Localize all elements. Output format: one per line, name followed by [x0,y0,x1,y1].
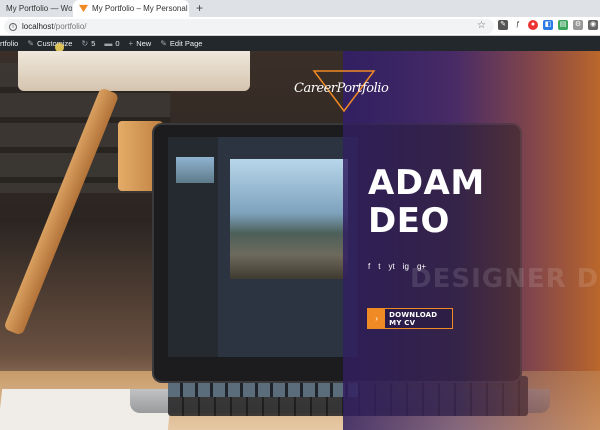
portfolio-favicon-icon [79,4,88,13]
pages-extension-icon[interactable]: ▤ [558,20,568,30]
info-icon[interactable]: i [9,22,17,31]
bookmark-star-icon[interactable]: ☆ [477,20,486,31]
url-path: /portfolio/ [53,22,87,31]
updates-count: 5 [91,39,96,48]
edit-page-link[interactable]: ✎ Edit Page [160,39,202,48]
hero-last-name: DEO [368,201,450,241]
site-name-label: rtfolio [0,39,19,48]
updates-link[interactable]: ↻ 5 [81,39,95,48]
new-tab-button[interactable]: + [196,0,203,17]
extension-icon[interactable]: ✎ [498,20,508,30]
customize-link[interactable]: ✎ Customize [27,39,72,48]
instagram-icon[interactable]: ig [403,262,409,271]
comment-icon: ▬ [104,39,113,48]
editor-filmstrip [168,383,358,397]
twitter-icon[interactable]: t [378,262,380,271]
youtube-icon[interactable]: yt [388,262,394,271]
wp-admin-bar: rtfolio ✎ Customize ↻ 5 ▬ 0 + New ✎ Edit… [0,36,600,51]
refresh-icon: ↻ [81,39,89,48]
tab-label: My Portfolio — Wo [6,4,72,13]
address-bar: i localhost/portfolio/ ☆ ✎ ƒ ● ◧ ▤ ⚙ ◉ [0,17,600,36]
browser-tabstrip: My Portfolio — Wo ✕ My Portfolio – My Pe… [0,0,600,17]
chevron-right-icon: › [368,309,386,328]
lamp-shade-image [18,51,250,91]
facebook-icon[interactable]: f [368,262,370,271]
hero-section: CareerPortfolio ADAM DEO DESIGNER DEVELO… [0,51,600,430]
download-cv-label: DOWNLOAD MY CV [389,310,438,327]
edit-page-label: Edit Page [169,39,203,48]
site-name-link[interactable]: rtfolio [0,39,18,48]
camera-extension-icon[interactable]: ◉ [588,20,598,30]
tab-portfolio-wordpress[interactable]: My Portfolio — Wo ✕ [0,0,72,17]
hero-background-title: DESIGNER DEVELO [410,264,600,294]
url-host: localhost [22,22,54,31]
comments-count: 0 [115,39,120,48]
font-extension-icon[interactable]: ƒ [513,20,523,30]
hero-first-name: ADAM [368,163,485,203]
translate-extension-icon[interactable]: ◧ [543,20,553,30]
pencil-icon: ✎ [160,39,167,48]
extensions-bar: ✎ ƒ ● ◧ ▤ ⚙ ◉ [498,20,598,30]
block-extension-icon[interactable]: ● [528,20,538,30]
plus-icon: + [128,39,134,48]
new-label: New [136,39,152,48]
tab-label: My Portfolio – My Personal Portf [92,4,189,13]
new-content-link[interactable]: + New [129,39,152,48]
brush-icon: ✎ [27,39,35,48]
url-field[interactable]: i localhost/portfolio/ ☆ [4,19,494,34]
editor-photo [230,159,348,279]
career-portfolio-logo[interactable]: CareerPortfolio [294,69,394,113]
tab-portfolio-active[interactable]: My Portfolio – My Personal Portf ✕ [73,0,189,17]
google-plus-icon[interactable]: g+ [417,262,426,271]
logo-text: CareerPortfolio [294,81,389,96]
comments-link[interactable]: ▬ 0 [104,39,119,48]
tools-extension-icon[interactable]: ⚙ [573,20,583,30]
download-cv-button[interactable]: › DOWNLOAD MY CV [367,308,453,329]
hero-name: ADAM DEO [368,164,485,240]
editor-thumbnail [176,157,214,183]
social-links: f t yt ig g+ [368,262,426,271]
editor-side-panel [168,137,218,357]
laptop-screen [168,137,358,357]
